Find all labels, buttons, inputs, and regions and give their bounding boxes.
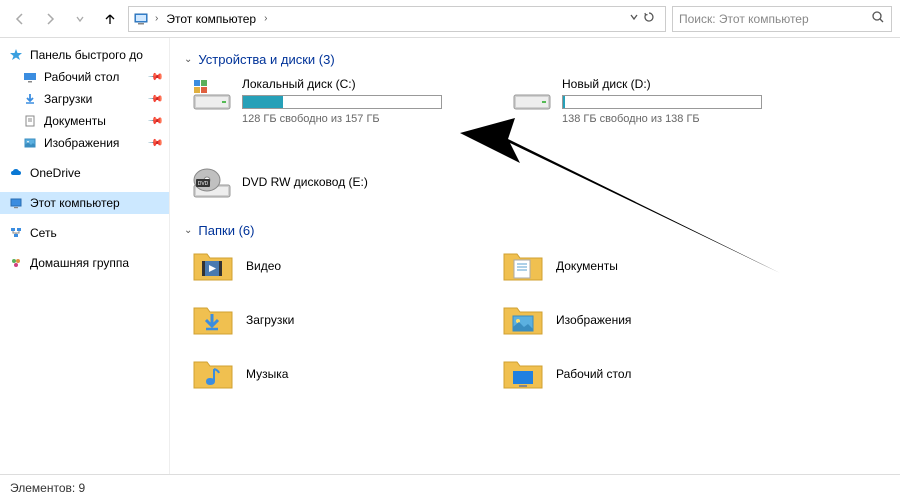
pin-icon: 📌 — [146, 91, 163, 108]
folder-name: Музыка — [246, 367, 288, 381]
sidebar-item-downloads[interactable]: Загрузки 📌 — [0, 88, 169, 110]
videos-folder-icon — [192, 248, 234, 284]
pin-icon: 📌 — [146, 135, 163, 152]
sidebar-item-homegroup[interactable]: Домашняя группа — [0, 252, 169, 274]
drive-item[interactable]: DVD DVD RW дисковод (E:) — [192, 165, 452, 201]
desktop-folder-icon — [502, 356, 544, 392]
status-bar: Элементов: 9 — [0, 474, 900, 500]
sidebar-item-quick-access[interactable]: Панель быстрого до — [0, 44, 169, 66]
folder-item-music[interactable]: Музыка — [192, 356, 412, 392]
star-icon — [8, 47, 24, 63]
drive-name: DVD RW дисковод (E:) — [242, 175, 452, 189]
drive-name: Новый диск (D:) — [562, 77, 772, 91]
dropdown-icon[interactable] — [629, 11, 639, 26]
drive-free-text: 128 ГБ свободно из 157 ГБ — [242, 113, 452, 125]
drive-d-icon — [512, 77, 552, 113]
sidebar-item-desktop[interactable]: Рабочий стол 📌 — [0, 66, 169, 88]
drive-item[interactable]: Локальный диск (C:) 128 ГБ свободно из 1… — [192, 77, 452, 125]
group-header-devices[interactable]: ⌄ Устройства и диски (3) — [184, 52, 886, 67]
chevron-right-icon: › — [262, 13, 269, 24]
drive-name: Локальный диск (C:) — [242, 77, 452, 91]
chevron-down-icon: ⌄ — [184, 54, 192, 65]
drive-item[interactable]: Новый диск (D:) 138 ГБ свободно из 138 Г… — [512, 77, 772, 125]
folder-item-documents[interactable]: Документы — [502, 248, 722, 284]
address-bar[interactable]: › Этот компьютер › — [128, 6, 666, 32]
this-pc-icon — [8, 195, 24, 211]
search-icon — [871, 10, 885, 27]
recent-dropdown[interactable] — [68, 7, 92, 31]
drive-usage-bar — [562, 95, 762, 109]
drive-usage-bar — [242, 95, 442, 109]
up-button[interactable] — [98, 7, 122, 31]
search-input[interactable]: Поиск: Этот компьютер — [672, 6, 892, 32]
drive-c-icon — [192, 77, 232, 113]
folder-item-pictures[interactable]: Изображения — [502, 302, 722, 338]
group-header-folders[interactable]: ⌄ Папки (6) — [184, 223, 886, 238]
this-pc-icon — [133, 11, 149, 27]
pin-icon: 📌 — [146, 69, 163, 86]
desktop-icon — [22, 69, 38, 85]
main-content: ⌄ Устройства и диски (3) Локальный диск … — [170, 38, 900, 474]
folder-name: Загрузки — [246, 313, 294, 327]
folder-item-downloads[interactable]: Загрузки — [192, 302, 412, 338]
refresh-icon[interactable] — [643, 11, 655, 26]
pin-icon: 📌 — [146, 113, 163, 130]
documents-folder-icon — [502, 248, 544, 284]
folder-item-desktop[interactable]: Рабочий стол — [502, 356, 722, 392]
chevron-down-icon: ⌄ — [184, 225, 192, 236]
chevron-right-icon: › — [153, 13, 160, 24]
folder-name: Видео — [246, 259, 281, 273]
pictures-icon — [22, 135, 38, 151]
folder-name: Рабочий стол — [556, 367, 631, 381]
pictures-folder-icon — [502, 302, 544, 338]
sidebar-item-documents[interactable]: Документы 📌 — [0, 110, 169, 132]
network-icon — [8, 225, 24, 241]
homegroup-icon — [8, 255, 24, 271]
downloads-icon — [22, 91, 38, 107]
search-placeholder: Поиск: Этот компьютер — [679, 12, 809, 26]
downloads-folder-icon — [192, 302, 234, 338]
music-folder-icon — [192, 356, 234, 392]
folder-item-videos[interactable]: Видео — [192, 248, 412, 284]
status-text: Элементов: 9 — [10, 481, 85, 495]
breadcrumb-item[interactable]: Этот компьютер — [164, 12, 258, 26]
svg-text:DVD: DVD — [198, 181, 209, 187]
sidebar: Панель быстрого до Рабочий стол 📌 Загруз… — [0, 38, 170, 474]
drive-free-text: 138 ГБ свободно из 138 ГБ — [562, 113, 772, 125]
documents-icon — [22, 113, 38, 129]
back-button[interactable] — [8, 7, 32, 31]
forward-button[interactable] — [38, 7, 62, 31]
folder-name: Документы — [556, 259, 618, 273]
sidebar-item-pictures[interactable]: Изображения 📌 — [0, 132, 169, 154]
folder-name: Изображения — [556, 313, 631, 327]
sidebar-item-this-pc[interactable]: Этот компьютер — [0, 192, 169, 214]
onedrive-icon — [8, 165, 24, 181]
sidebar-item-network[interactable]: Сеть — [0, 222, 169, 244]
dvd-drive-icon: DVD — [192, 165, 232, 201]
sidebar-item-onedrive[interactable]: OneDrive — [0, 162, 169, 184]
toolbar: › Этот компьютер › Поиск: Этот компьютер — [0, 0, 900, 38]
